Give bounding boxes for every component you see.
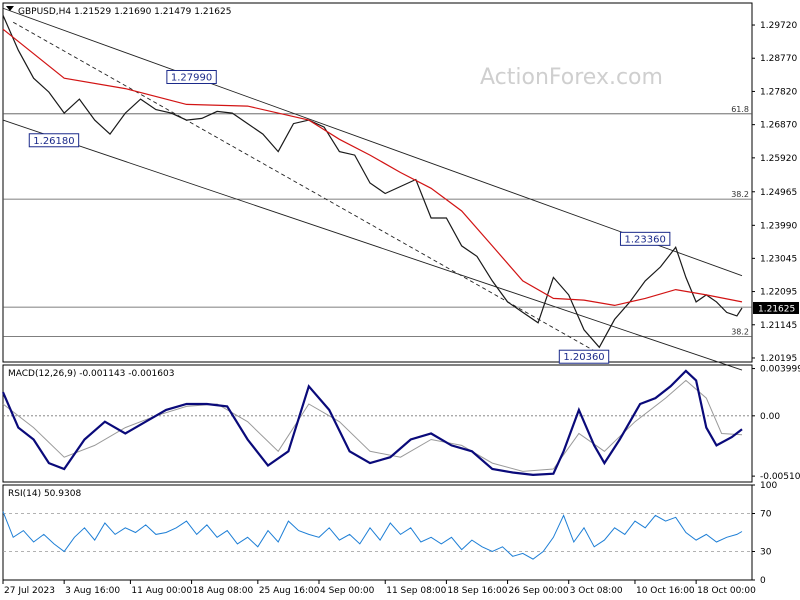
macd-panel: MACD(12,26,9) -0.001143 -0.001603 0.00399… — [1, 364, 800, 483]
macd-title: MACD(12,26,9) -0.001143 -0.001603 — [8, 369, 174, 379]
y-tick-label: 1.28770 — [760, 54, 797, 64]
x-tick-label: 25 Aug 16:00 — [259, 586, 320, 596]
price-panel: ActionForex.com 61.8 38.2 38.2 1.27990 1.2618… — [2, 2, 799, 371]
y-tick-label: 1.22095 — [760, 288, 797, 298]
y-tick-label: 1.23990 — [760, 221, 797, 231]
y-tick-label: 1.24965 — [760, 188, 797, 198]
x-tick-label: 18 Aug 08:00 — [193, 586, 254, 596]
y-tick-label: 1.23045 — [760, 254, 797, 264]
y-tick-label: 1.26870 — [760, 121, 797, 131]
y-tick-label: 1.27820 — [760, 87, 797, 97]
y-tick-label: 1.21145 — [760, 321, 797, 331]
gbpusd-chart: ActionForex.com 61.8 38.2 38.2 1.27990 1.2618… — [1, 2, 800, 596]
collapse-triangle-icon — [6, 6, 14, 11]
x-tick-label: 3 Aug 16:00 — [65, 586, 120, 596]
panel-frame — [2, 2, 753, 363]
x-tick-label: 11 Aug 00:00 — [131, 586, 192, 596]
x-tick-label: 4 Sep 00:00 — [320, 586, 375, 596]
x-tick-label: 26 Sep 00:00 — [509, 586, 569, 596]
price-annotation-label: 1.23360 — [624, 234, 665, 245]
price-annotation-label: 1.27990 — [171, 72, 212, 83]
fib-level-label: 38.2 — [731, 327, 749, 336]
y-tick-label: 0.003999 — [760, 365, 800, 375]
y-tick-label: 30 — [760, 548, 772, 558]
macd-line — [1, 369, 743, 477]
y-tick-label: 1.29720 — [760, 21, 797, 31]
y-tick-label: 0 — [760, 576, 766, 586]
y-tick-label: 0.00 — [760, 412, 780, 422]
watermark: ActionForex.com — [480, 65, 663, 90]
panel-frame — [2, 484, 753, 581]
y-tick-label: 100 — [760, 481, 777, 491]
price-annotation-label: 1.26180 — [33, 136, 74, 147]
x-axis: 27 Jul 2023 3 Aug 16:00 11 Aug 00:00 18 Aug… — [2, 580, 756, 596]
last-price-label: 1.21625 — [758, 304, 795, 314]
rsi-line — [2, 511, 743, 560]
rsi-title: RSI(14) 50.9308 — [8, 489, 81, 499]
rsi-panel: RSI(14) 50.9308 100 70 30 0 — [2, 481, 777, 586]
fib-level-label: 61.8 — [731, 105, 749, 114]
x-tick-label: 11 Sep 08:00 — [386, 586, 446, 596]
x-tick-label: 27 Jul 2023 — [4, 586, 55, 596]
panel-frame — [2, 364, 753, 483]
y-tick-label: 1.20195 — [760, 354, 797, 364]
chart-title: GBPUSD,H4 1.21529 1.21690 1.21479 1.2162… — [18, 7, 231, 17]
y-tick-label: 70 — [760, 510, 772, 520]
x-tick-label: 18 Oct 00:00 — [697, 586, 756, 596]
x-tick-label: 18 Sep 16:00 — [447, 586, 507, 596]
x-tick-label: 3 Oct 08:00 — [570, 586, 623, 596]
x-tick-label: 10 Oct 16:00 — [636, 586, 695, 596]
fib-level-label: 38.2 — [731, 190, 749, 199]
y-tick-label: 1.25920 — [760, 154, 797, 164]
price-annotation-label: 1.20360 — [563, 352, 604, 363]
